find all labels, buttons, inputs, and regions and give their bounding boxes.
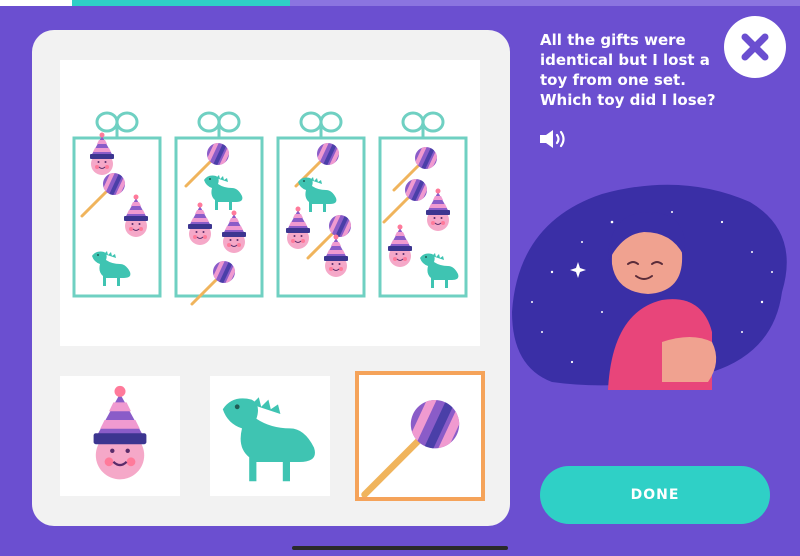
party-hat-face-icon [92,384,148,481]
gifts-illustration [72,111,468,346]
progress-completed [0,0,72,6]
gift-box-1 [72,111,162,298]
home-indicator [292,546,508,550]
gifts-panel [60,60,480,346]
speaker-icon [540,130,565,148]
progress-bar [0,0,800,6]
progress-current [72,0,290,6]
choice-lollipop[interactable] [355,371,485,501]
lollipop-icon [359,375,481,497]
choice-party-hat-face[interactable] [60,376,180,496]
choice-dinosaur[interactable] [210,376,330,496]
gift-box-3 [276,111,366,298]
close-button[interactable] [724,16,786,78]
gift-box-4 [378,111,468,298]
dinosaur-icon [222,397,315,482]
gift-box-2 [174,111,264,304]
speaker-button[interactable] [538,128,570,150]
done-button[interactable]: DONE [540,466,770,524]
close-icon [741,33,769,61]
girl-illustration [512,182,800,392]
question-text: All the gifts were identical but I lost … [540,31,716,109]
